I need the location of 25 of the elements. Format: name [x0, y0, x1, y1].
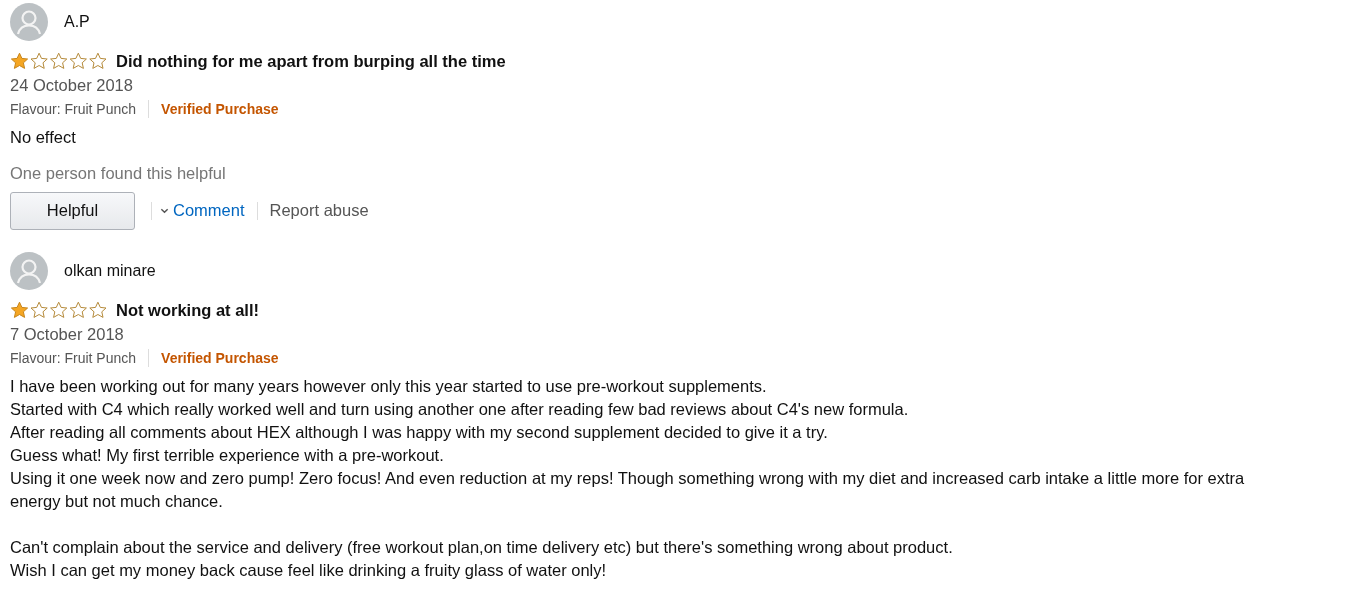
verified-purchase-label: Verified Purchase — [161, 99, 279, 119]
comment-link[interactable]: Comment — [160, 198, 245, 224]
flavour-label[interactable]: Flavour: Fruit Punch — [10, 344, 137, 371]
review-title[interactable]: Did nothing for me apart from burping all the time — [116, 49, 506, 74]
reviewer-name[interactable]: olkan minare — [64, 258, 156, 283]
review-text: Started with C4 which really worked well and turn using another one after reading few bad reviews about C4's new formula. — [10, 398, 910, 420]
review-date: 24 October 2018 — [10, 74, 134, 96]
review-date: 7 October 2018 — [10, 323, 125, 345]
review-text: I have been working out for many years however only this year started to use pre-workout supplements. — [10, 375, 768, 397]
review-text: No effect — [10, 126, 77, 148]
review-text: After reading all comments about HEX although I was happy with my second supplement decided to give it a try. — [10, 421, 829, 443]
verified-purchase-label: Verified Purchase — [161, 348, 279, 368]
review-text: Wish I can get my money back cause feel like drinking a fruity glass of water only! — [10, 559, 608, 581]
helpful-count: One person found this helpful — [10, 162, 227, 184]
review-title[interactable]: Not working at all! — [116, 297, 259, 323]
review-text: Can't complain about the service and delivery (free workout plan,on time delivery etc) but there's something wrong about product. — [10, 536, 954, 558]
review-text: Using it one week now and zero pump! Zero focus! And even reduction at my reps! Though something wrong with my diet and increased carb intake a little more for extra energy but not much chance. — [10, 467, 1246, 512]
avatar-icon — [10, 3, 48, 41]
chevron-down-icon — [160, 206, 169, 216]
reviewer-name[interactable]: A.P — [64, 10, 90, 34]
helpful-button[interactable]: Helpful — [10, 191, 135, 230]
flavour-label[interactable]: Flavour: Fruit Punch — [10, 95, 137, 122]
avatar-icon — [10, 251, 48, 290]
review-text: Guess what! My first terrible experience with a pre-workout. — [10, 444, 445, 466]
report-abuse-link[interactable]: Report abuse — [269, 198, 369, 224]
